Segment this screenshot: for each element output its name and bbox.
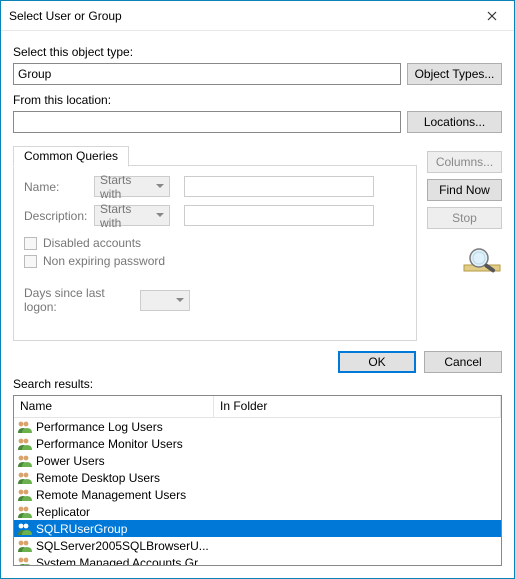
side-buttons: Columns... Find Now Stop bbox=[427, 151, 502, 277]
cancel-button[interactable]: Cancel bbox=[424, 351, 502, 373]
list-item-name: Replicator bbox=[36, 505, 216, 519]
name-label: Name: bbox=[24, 180, 84, 194]
object-types-button[interactable]: Object Types... bbox=[407, 63, 502, 85]
description-label: Description: bbox=[24, 209, 84, 223]
list-item-name: Performance Log Users bbox=[36, 420, 216, 434]
close-button[interactable] bbox=[469, 1, 514, 30]
days-since-select bbox=[140, 290, 190, 311]
disabled-accounts-row: Disabled accounts bbox=[24, 236, 406, 250]
list-item-name: Remote Management Users bbox=[36, 488, 216, 502]
list-item[interactable]: System Managed Accounts Gr... bbox=[14, 554, 501, 565]
list-item-name: SQLRUserGroup bbox=[36, 522, 216, 536]
object-type-field[interactable] bbox=[13, 63, 401, 85]
search-results-label: Search results: bbox=[1, 375, 514, 393]
titlebar: Select User or Group bbox=[1, 1, 514, 31]
search-icon bbox=[462, 245, 502, 277]
list-item[interactable]: SQLServer2005SQLBrowserU... bbox=[14, 537, 501, 554]
column-in-folder[interactable]: In Folder bbox=[214, 396, 501, 417]
name-input bbox=[184, 176, 374, 197]
description-match-select: Starts with bbox=[94, 205, 170, 226]
list-item[interactable]: Power Users bbox=[14, 452, 501, 469]
list-item[interactable]: Remote Desktop Users bbox=[14, 469, 501, 486]
list-item[interactable]: SQLRUserGroup bbox=[14, 520, 501, 537]
list-item-name: Remote Desktop Users bbox=[36, 471, 216, 485]
list-item[interactable]: Replicator bbox=[14, 503, 501, 520]
list-item-name: Performance Monitor Users bbox=[36, 437, 216, 451]
column-name[interactable]: Name bbox=[14, 396, 214, 417]
results-body[interactable]: Performance Log Users Performance Monito… bbox=[14, 418, 501, 565]
column-headers: Name In Folder bbox=[14, 396, 501, 418]
columns-button: Columns... bbox=[427, 151, 502, 173]
days-since-label: Days since last logon: bbox=[24, 286, 134, 314]
list-item[interactable]: Performance Log Users bbox=[14, 418, 501, 435]
list-item-name: SQLServer2005SQLBrowserU... bbox=[36, 539, 216, 553]
find-now-button[interactable]: Find Now bbox=[427, 179, 502, 201]
name-match-select: Starts with bbox=[94, 176, 170, 197]
dialog-buttons: OK Cancel bbox=[1, 347, 514, 375]
locations-button[interactable]: Locations... bbox=[407, 111, 502, 133]
stop-button: Stop bbox=[427, 207, 502, 229]
non-expiring-checkbox bbox=[24, 255, 37, 268]
tab-common-queries[interactable]: Common Queries bbox=[13, 146, 129, 167]
common-queries-group: Common Queries Name: Starts with Descrip… bbox=[13, 165, 417, 341]
disabled-accounts-label: Disabled accounts bbox=[43, 236, 141, 250]
form-area: Select this object type: Object Types...… bbox=[1, 31, 514, 347]
location-label: From this location: bbox=[13, 93, 502, 107]
non-expiring-label: Non expiring password bbox=[43, 254, 165, 268]
close-icon bbox=[487, 11, 497, 21]
results-list[interactable]: Name In Folder Performance Log Users Per… bbox=[13, 395, 502, 566]
disabled-accounts-checkbox bbox=[24, 237, 37, 250]
description-input bbox=[184, 205, 374, 226]
object-type-label: Select this object type: bbox=[13, 45, 502, 59]
list-item-name: System Managed Accounts Gr... bbox=[36, 556, 216, 566]
list-item[interactable]: Performance Monitor Users bbox=[14, 435, 501, 452]
list-item-name: Power Users bbox=[36, 454, 216, 468]
location-field[interactable] bbox=[13, 111, 401, 133]
list-item[interactable]: Remote Management Users bbox=[14, 486, 501, 503]
window-title: Select User or Group bbox=[9, 9, 469, 23]
ok-button[interactable]: OK bbox=[338, 351, 416, 373]
non-expiring-row: Non expiring password bbox=[24, 254, 406, 268]
